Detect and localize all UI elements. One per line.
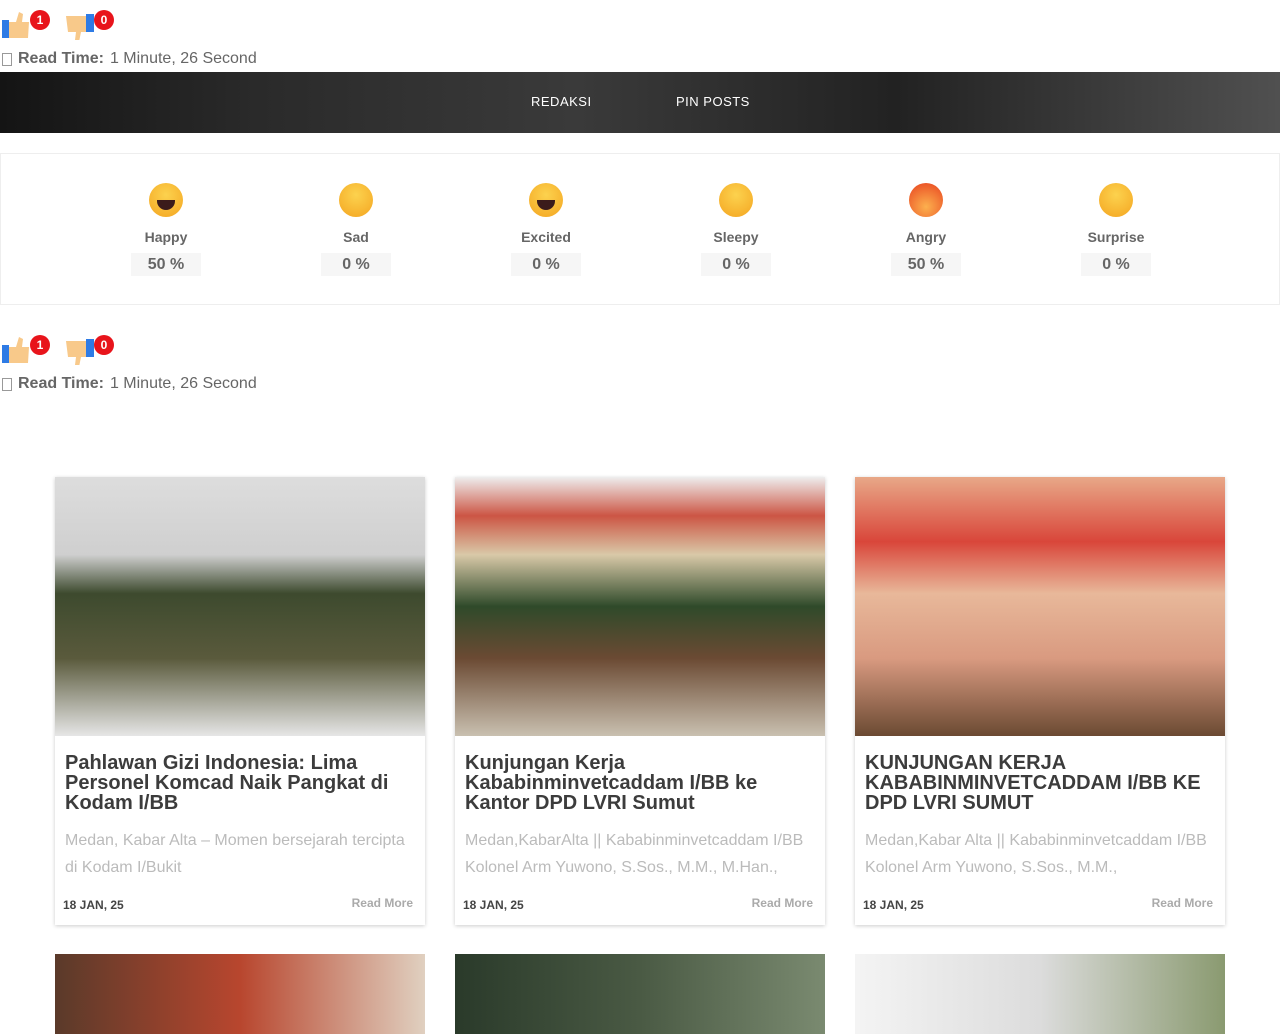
sad-emoji-icon <box>339 183 373 217</box>
vote-bar-top: 1 0 <box>2 6 116 40</box>
read-time-value: 1 Minute, 26 Second <box>109 50 257 67</box>
post-date: 18 JAN, 25 <box>863 898 924 912</box>
post-excerpt: Medan,Kabar Alta || Kababinminvetcaddam … <box>865 832 1207 876</box>
like-count: 1 <box>30 10 50 30</box>
read-time: Read Time: 1 Minute, 26 Second <box>2 50 257 68</box>
post-card-image[interactable] <box>55 954 425 1034</box>
reaction-percent: 50 % <box>891 253 961 276</box>
post-title[interactable]: KUNJUNGAN KERJA KABABINMINVETCADDAM I/BB… <box>865 753 1215 813</box>
like-button[interactable]: 1 <box>2 6 52 40</box>
thumbs-down-icon <box>66 14 94 40</box>
read-time-label: Read Time: <box>18 375 104 392</box>
post-image[interactable] <box>455 477 825 736</box>
thumbs-up-icon <box>2 12 29 38</box>
reaction-label: Sleepy <box>713 229 759 245</box>
post-date: 18 JAN, 25 <box>463 898 524 912</box>
reaction-label: Sad <box>343 229 369 245</box>
dislike-count: 0 <box>94 335 114 355</box>
reactions-panel: Happy 50 % Sad 0 % Excited 0 % Sleepy 0 % An… <box>0 153 1280 305</box>
surprise-emoji-icon <box>1099 183 1133 217</box>
dislike-count: 0 <box>94 10 114 30</box>
read-more-link[interactable]: Read More <box>1152 896 1213 910</box>
angry-emoji-icon <box>909 183 943 217</box>
reaction-angry[interactable]: Angry 50 % <box>831 154 1021 304</box>
reaction-label: Happy <box>144 229 188 245</box>
post-card[interactable]: Pahlawan Gizi Indonesia: Lima Personel K… <box>55 477 425 925</box>
post-card-image[interactable] <box>455 954 825 1034</box>
post-card[interactable]: Kunjungan Kerja Kababinminvetcaddam I/BB… <box>455 477 825 925</box>
post-excerpt: Medan, Kabar Alta – Momen bersejarah ter… <box>65 832 405 876</box>
dislike-button[interactable]: 0 <box>66 331 116 365</box>
reaction-percent: 0 % <box>511 253 581 276</box>
post-date: 18 JAN, 25 <box>63 898 124 912</box>
nav-bar: REDAKSI PIN POSTS <box>0 72 1280 133</box>
reaction-label: Excited <box>521 229 571 245</box>
reaction-happy[interactable]: Happy 50 % <box>71 154 261 304</box>
post-excerpt: Medan,KabarAlta || Kababinminvetcaddam I… <box>465 832 804 876</box>
sleepy-emoji-icon <box>719 183 753 217</box>
post-title[interactable]: Pahlawan Gizi Indonesia: Lima Personel K… <box>65 753 415 813</box>
reaction-percent: 0 % <box>701 253 771 276</box>
excited-emoji-icon <box>529 183 563 217</box>
post-image[interactable] <box>55 477 425 736</box>
nav-pin-posts[interactable]: PIN POSTS <box>676 94 750 109</box>
reaction-label: Surprise <box>1087 229 1145 245</box>
post-title[interactable]: Kunjungan Kerja Kababinminvetcaddam I/BB… <box>465 753 815 813</box>
read-time-label: Read Time: <box>18 50 104 67</box>
reaction-percent: 0 % <box>321 253 391 276</box>
vote-bar-bottom: 1 0 <box>2 331 116 365</box>
reaction-excited[interactable]: Excited 0 % <box>451 154 641 304</box>
thumbs-up-icon <box>2 337 29 363</box>
reaction-label: Angry <box>905 229 947 245</box>
post-image[interactable] <box>855 477 1225 736</box>
dislike-button[interactable]: 0 <box>66 6 116 40</box>
thumbs-down-icon <box>66 339 94 365</box>
post-card[interactable]: KUNJUNGAN KERJA KABABINMINVETCADDAM I/BB… <box>855 477 1225 925</box>
read-more-link[interactable]: Read More <box>352 896 413 910</box>
reaction-sad[interactable]: Sad 0 % <box>261 154 451 304</box>
reaction-sleepy[interactable]: Sleepy 0 % <box>641 154 831 304</box>
clock-icon <box>2 52 12 66</box>
reaction-surprise[interactable]: Surprise 0 % <box>1021 154 1211 304</box>
read-time-value: 1 Minute, 26 Second <box>109 375 257 392</box>
post-card-image[interactable] <box>855 954 1225 1034</box>
like-button[interactable]: 1 <box>2 331 52 365</box>
reaction-percent: 0 % <box>1081 253 1151 276</box>
happy-emoji-icon <box>149 183 183 217</box>
clock-icon <box>2 377 12 391</box>
reaction-percent: 50 % <box>131 253 201 276</box>
read-more-link[interactable]: Read More <box>752 896 813 910</box>
nav-redaksi[interactable]: REDAKSI <box>531 94 592 109</box>
read-time: Read Time: 1 Minute, 26 Second <box>2 375 257 393</box>
like-count: 1 <box>30 335 50 355</box>
